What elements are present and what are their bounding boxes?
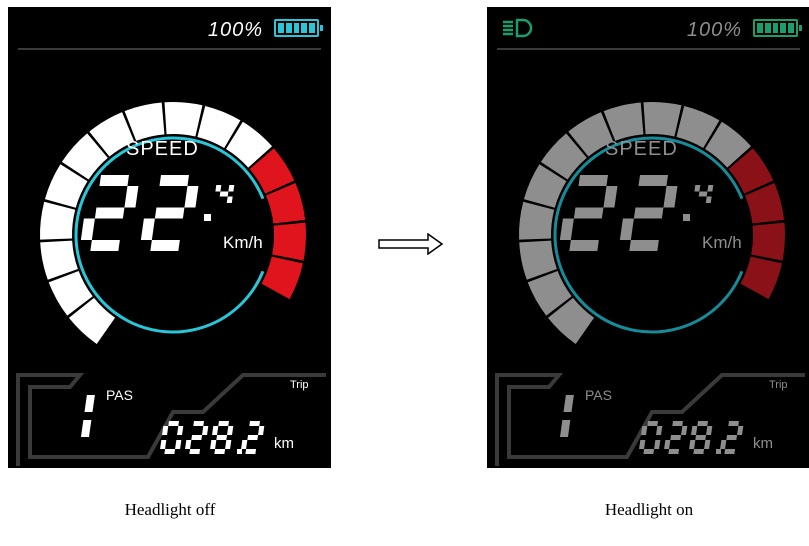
speed-decimal-digit [694, 185, 714, 203]
speed-label: SPEED [605, 138, 678, 160]
decimal-point [204, 214, 211, 221]
decimal-point [683, 214, 690, 221]
speed-unit: Km/h [702, 233, 742, 252]
speed-digits [80, 175, 235, 251]
trip-digit [689, 421, 713, 454]
speed-digit [140, 175, 199, 251]
gauge-segment [740, 256, 782, 300]
pas-label: PAS [106, 387, 133, 403]
pas-digit [80, 395, 95, 437]
trip-unit: km [753, 435, 773, 452]
gauge-segment [40, 201, 76, 240]
speed-decimal-digit [215, 185, 235, 203]
speed-unit: Km/h [223, 233, 263, 252]
pas-label: PAS [585, 387, 612, 403]
gauge-segment [751, 222, 785, 261]
gauge-segment [164, 102, 203, 137]
pas-digit [559, 395, 574, 437]
trip-digit [210, 421, 234, 454]
trip-digits [160, 421, 265, 454]
pas-level-digit [80, 395, 95, 437]
trip-digit [185, 421, 209, 454]
speed-label: SPEED [126, 138, 199, 160]
gauge-segment [643, 102, 682, 137]
trip-label: Trip [769, 379, 788, 391]
speed-gauge [16, 102, 326, 466]
trip-digit [664, 421, 688, 454]
speed-digit [619, 175, 678, 251]
trip-digit [241, 421, 265, 454]
display-panel-headlight-on: 100% SPEED Km/h PAS Trip km [487, 7, 809, 468]
pas-level-digit [559, 395, 574, 437]
gauge-segment [261, 256, 303, 300]
trip-digit [720, 421, 744, 454]
trip-label: Trip [290, 379, 309, 391]
trip-decimal-point [716, 449, 721, 454]
trip-digits [639, 421, 744, 454]
trip-unit: km [274, 435, 294, 452]
gauge-segment [272, 222, 307, 261]
gauge-segment [519, 201, 555, 240]
caption-headlight-on: Headlight on [604, 500, 694, 519]
speed-digits [559, 175, 714, 251]
trip-decimal-point [237, 449, 242, 454]
speed-gauge [495, 102, 805, 466]
caption-headlight-off: Headlight off [124, 500, 216, 519]
display-panel-headlight-off: 100% SPEED Km/h PAS Trip km [8, 7, 331, 468]
right-arrow-icon [378, 233, 444, 255]
